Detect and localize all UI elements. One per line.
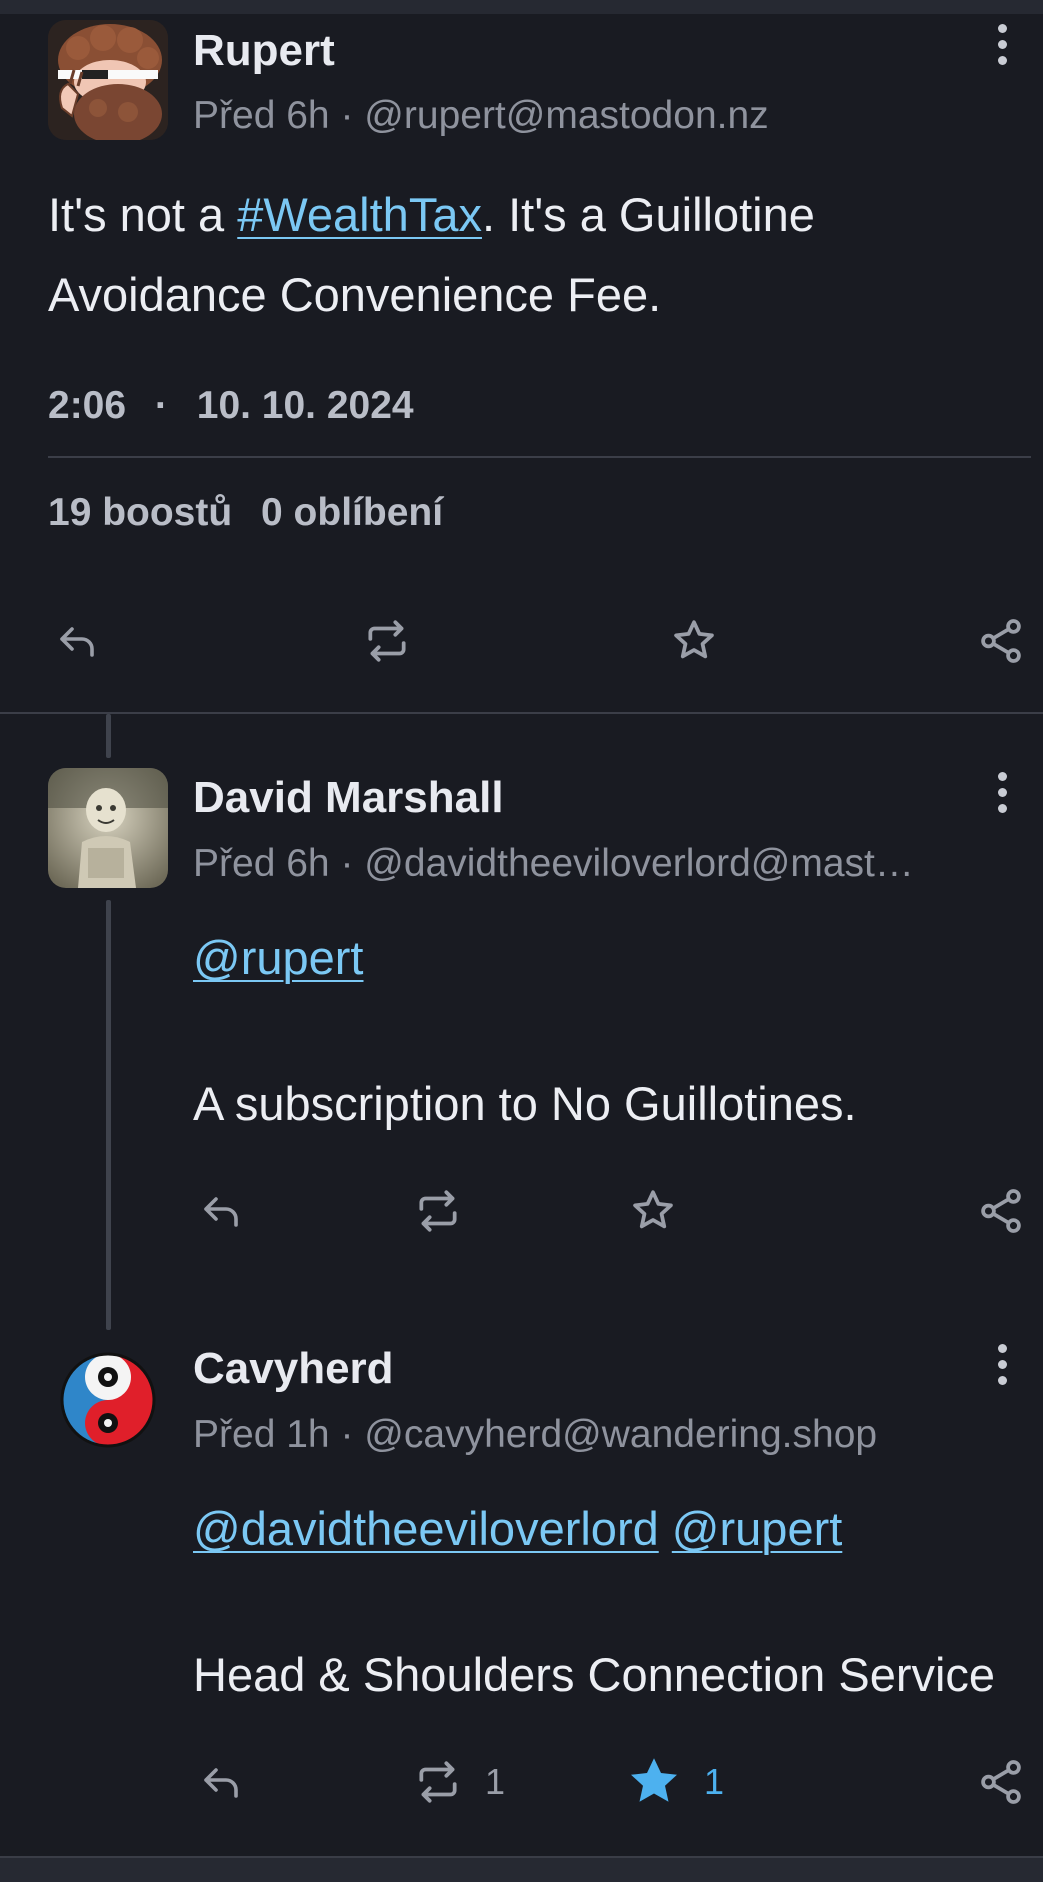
favourite-button[interactable]	[669, 611, 719, 671]
share-button[interactable]	[976, 1752, 1026, 1812]
time-ago: Před 1h	[193, 1413, 330, 1456]
more-options-icon[interactable]	[992, 24, 1012, 70]
timestamp-separator: ·	[154, 384, 168, 427]
bottom-bar	[0, 1856, 1043, 1882]
status-bar	[0, 0, 1043, 14]
boost-button[interactable]	[413, 1181, 463, 1241]
divider	[48, 456, 1031, 458]
post-text-start: It's not a	[48, 188, 238, 241]
author-name[interactable]: Cavyherd	[193, 1344, 394, 1394]
meta-separator: ·	[340, 1413, 354, 1456]
post-content: @rupert A subscription to No Guillotines…	[193, 918, 1033, 1144]
favourite-button[interactable]	[628, 1181, 678, 1241]
author-name[interactable]: Rupert	[193, 26, 335, 76]
mention-link[interactable]: @rupert	[672, 1502, 843, 1555]
thread-connector	[106, 714, 111, 758]
mention-link[interactable]: @rupert	[193, 931, 364, 984]
favourite-count-link[interactable]: 0 oblíbení	[261, 491, 443, 534]
post-text: Head & Shoulders Connection Service	[193, 1648, 996, 1701]
time-ago: Před 6h	[193, 94, 330, 137]
post-time: 2:06	[48, 384, 127, 427]
share-icon	[981, 1189, 1021, 1233]
favourite-button[interactable]: 1	[624, 1752, 724, 1812]
post-text: A subscription to No Guillotines.	[193, 1077, 857, 1130]
rupert-avatar-image	[48, 20, 168, 140]
share-button[interactable]	[976, 1181, 1026, 1241]
post-content: @davidtheeviloverlord @rupert Head & Sho…	[193, 1489, 1033, 1715]
boost-count-link[interactable]: 19 boostů	[48, 491, 232, 534]
avatar[interactable]	[48, 768, 168, 888]
post-timestamp: 2:06 · 10. 10. 2024	[48, 384, 414, 428]
boost-icon	[368, 620, 406, 662]
reply-icon	[204, 1197, 238, 1227]
author-name[interactable]: David Marshall	[193, 773, 504, 823]
star-icon	[633, 1190, 673, 1229]
avatar[interactable]	[48, 20, 168, 140]
reply-button[interactable]	[54, 611, 102, 671]
share-icon	[981, 619, 1021, 663]
post-meta: Před 1h · @cavyherd@wandering.shop	[193, 1413, 953, 1457]
reply-button[interactable]	[198, 1752, 246, 1812]
post-separator	[0, 712, 1043, 714]
reply-icon	[60, 627, 94, 657]
reply-icon	[204, 1768, 238, 1798]
star-filled-icon	[631, 1758, 677, 1802]
boost-button[interactable]: 1	[413, 1752, 505, 1812]
more-options-icon[interactable]	[992, 1344, 1012, 1390]
boost-icon	[419, 1190, 457, 1232]
post-content: It's not a #WealthTax. It's a Guillotine…	[48, 175, 1008, 335]
post-date: 10. 10. 2024	[196, 384, 414, 427]
david-avatar-image	[48, 768, 168, 888]
author-handle[interactable]: @rupert@mastodon.nz	[364, 94, 768, 137]
time-ago: Před 6h	[193, 842, 330, 885]
author-handle[interactable]: @cavyherd@wandering.shop	[364, 1413, 877, 1456]
boost-icon	[419, 1761, 457, 1803]
boost-count: 1	[485, 1761, 506, 1802]
post-meta: Před 6h · @rupert@mastodon.nz	[193, 94, 833, 138]
post-stats: 19 boostů 0 oblíbení	[48, 491, 443, 535]
cavyherd-avatar-image	[60, 1352, 156, 1448]
reply-button[interactable]	[198, 1181, 246, 1241]
hashtag-link[interactable]: #WealthTax	[237, 188, 482, 241]
boost-button[interactable]	[362, 611, 412, 671]
author-handle[interactable]: @davidtheeviloverlord@mast…	[364, 842, 914, 885]
star-icon	[674, 620, 714, 659]
share-button[interactable]	[976, 611, 1026, 671]
mention-link[interactable]: @davidtheeviloverlord	[193, 1502, 659, 1555]
thread-connector	[106, 900, 111, 1330]
meta-separator: ·	[340, 842, 354, 885]
post-meta: Před 6h · @davidtheeviloverlord@mast…	[193, 842, 953, 886]
more-options-icon[interactable]	[992, 772, 1012, 818]
meta-separator: ·	[340, 94, 354, 137]
avatar[interactable]	[48, 1340, 168, 1460]
favourite-count: 1	[704, 1761, 725, 1802]
share-icon	[981, 1760, 1021, 1804]
